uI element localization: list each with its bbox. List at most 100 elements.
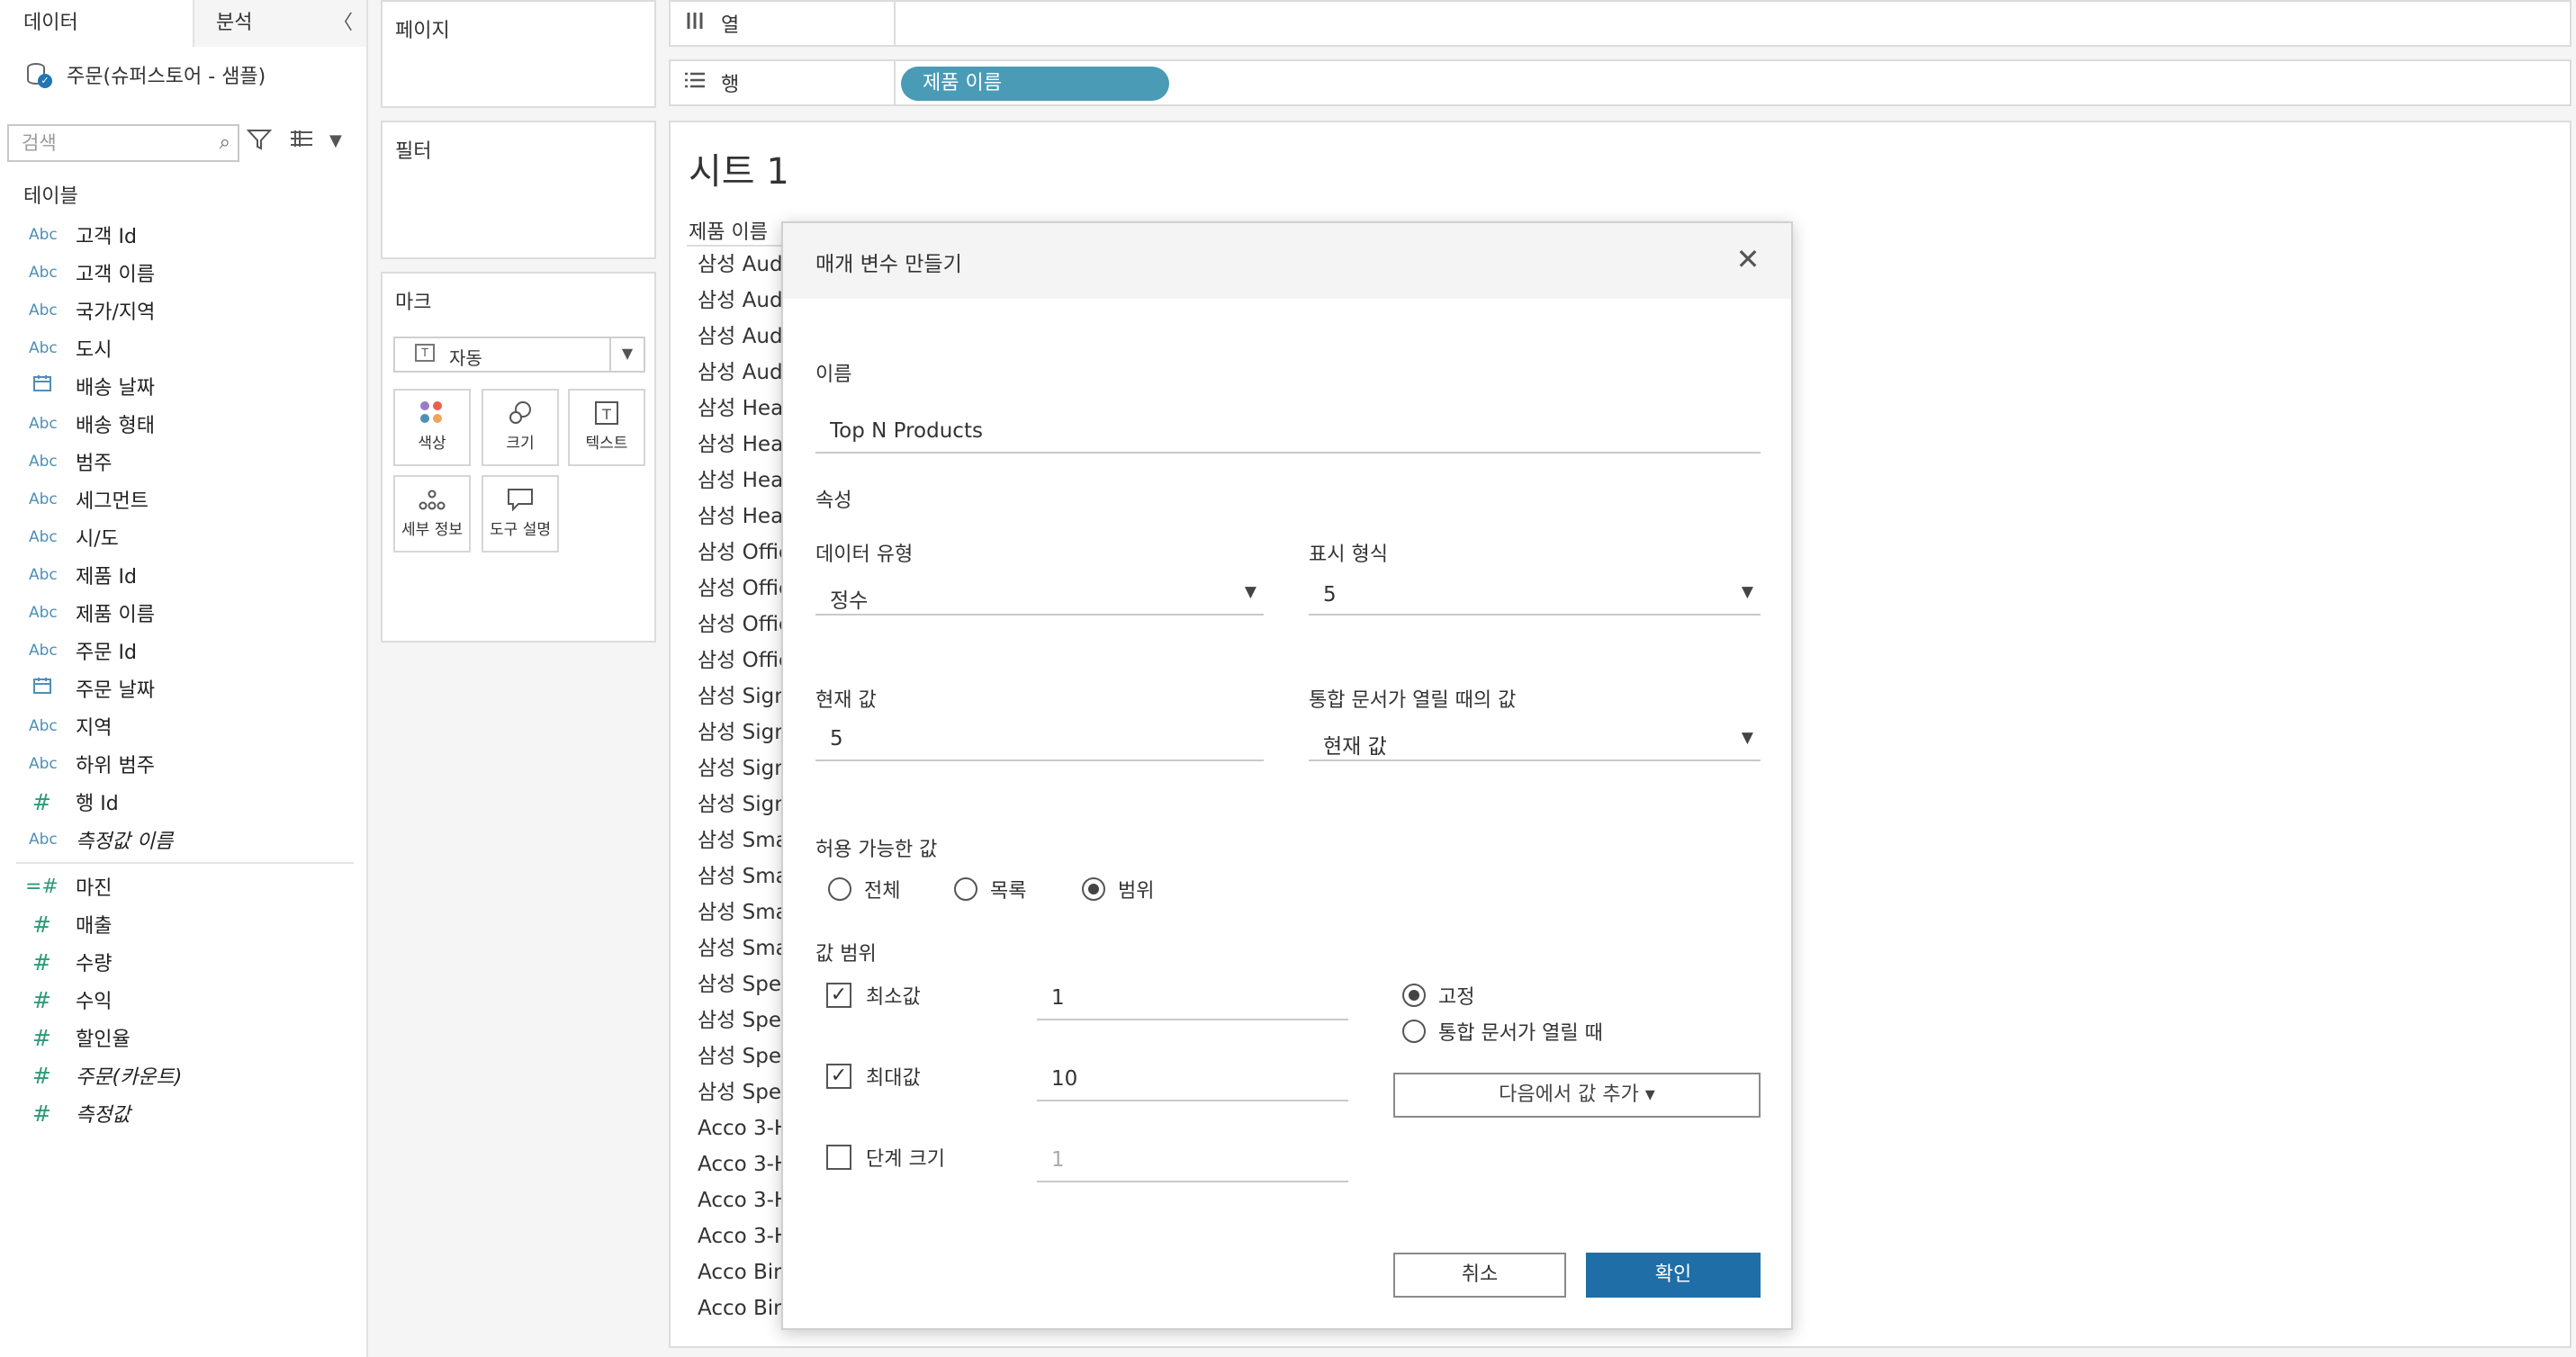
filters-card[interactable]: 필터: [381, 121, 656, 259]
table-row[interactable]: 삼성 Audi: [687, 247, 797, 283]
field-item[interactable]: Abc 지역: [0, 707, 366, 745]
table-row[interactable]: 삼성 Head: [687, 427, 797, 463]
field-item[interactable]: Abc 제품 이름: [0, 594, 366, 632]
display-format-select[interactable]: 5 ▼: [1309, 572, 1761, 616]
table-row[interactable]: 삼성 Spea: [687, 1038, 797, 1074]
table-row[interactable]: 삼성 Head: [687, 391, 797, 427]
field-item[interactable]: Abc 세그먼트: [0, 481, 366, 518]
field-item[interactable]: Abc 범주: [0, 443, 366, 481]
allowable-all-radio[interactable]: 전체: [828, 875, 900, 903]
table-row[interactable]: 삼성 Sma: [687, 894, 797, 930]
field-item[interactable]: # 주문(카운트): [0, 1056, 366, 1094]
table-row[interactable]: 삼성 Sign: [687, 750, 797, 786]
field-item[interactable]: Abc 고객 Id: [0, 216, 366, 254]
min-value-field[interactable]: [1037, 977, 1348, 1020]
pages-card[interactable]: 페이지: [381, 0, 656, 108]
field-item[interactable]: =# 마진: [0, 867, 366, 905]
range-on-open-radio[interactable]: 통합 문서가 열릴 때: [1402, 1017, 1603, 1046]
columns-shelf[interactable]: 열: [669, 0, 2571, 47]
table-row[interactable]: 삼성 Offic: [687, 643, 797, 678]
field-item[interactable]: Abc 하위 범주: [0, 745, 366, 783]
table-row[interactable]: 삼성 Sma: [687, 930, 797, 966]
search-icon[interactable]: ⌕: [220, 131, 230, 154]
field-name: 고객 이름: [76, 264, 155, 286]
table-row[interactable]: 삼성 Audi: [687, 319, 797, 355]
search-input[interactable]: [9, 126, 207, 160]
mark-type-dropdown[interactable]: T 자동 ▼: [393, 337, 645, 373]
table-row[interactable]: 삼성 Sign: [687, 786, 797, 822]
table-row[interactable]: 삼성 Spea: [687, 1002, 797, 1038]
data-type-select[interactable]: 정수 ▼: [815, 572, 1264, 616]
field-item[interactable]: # 할인율: [0, 1019, 366, 1056]
cancel-button[interactable]: 취소: [1393, 1253, 1566, 1298]
table-row[interactable]: Acco Bin: [687, 1290, 797, 1326]
table-row[interactable]: 삼성 Audi: [687, 355, 797, 391]
field-item[interactable]: # 수량: [0, 943, 366, 981]
table-row[interactable]: 삼성 Sma: [687, 822, 797, 858]
max-value-field[interactable]: [1037, 1058, 1348, 1101]
add-values-from-button[interactable]: 다음에서 값 추가 ▾: [1393, 1073, 1761, 1118]
table-row[interactable]: 삼성 Offic: [687, 607, 797, 643]
close-icon[interactable]: ✕: [1728, 239, 1768, 279]
field-item[interactable]: 배송 날짜: [0, 367, 366, 405]
chevron-down-icon[interactable]: ▼: [329, 131, 342, 150]
chevron-down-icon[interactable]: ▼: [609, 338, 644, 371]
name-field[interactable]: [815, 410, 1761, 454]
table-row[interactable]: 삼성 Audi: [687, 283, 797, 319]
table-row[interactable]: 삼성 Spea: [687, 1074, 797, 1110]
filter-icon[interactable]: [246, 128, 273, 157]
datasource-item[interactable]: ✓ 주문(슈퍼스토어 - 샘플): [25, 59, 266, 90]
field-item[interactable]: Abc 제품 Id: [0, 556, 366, 594]
field-item[interactable]: Abc 배송 형태: [0, 405, 366, 443]
min-checkbox[interactable]: ✓ 최소값: [826, 981, 921, 1010]
table-row[interactable]: Acco 3-H: [687, 1146, 797, 1182]
max-checkbox[interactable]: ✓ 최대값: [826, 1062, 921, 1091]
table-row[interactable]: 삼성 Offic: [687, 571, 797, 607]
field-item[interactable]: Abc 시/도: [0, 518, 366, 556]
field-item[interactable]: 주문 날짜: [0, 670, 366, 707]
allowable-range-radio[interactable]: 범위: [1082, 875, 1154, 903]
color-mark-button[interactable]: 색상: [393, 389, 471, 466]
field-item[interactable]: # 매출: [0, 905, 366, 943]
step-size-checkbox[interactable]: 단계 크기: [826, 1143, 945, 1172]
table-row[interactable]: 삼성 Head: [687, 463, 797, 499]
tooltip-mark-button[interactable]: 도구 설명: [482, 475, 559, 553]
text-mark-button[interactable]: T 텍스트: [568, 389, 645, 466]
table-row[interactable]: Acco 3-H: [687, 1110, 797, 1146]
table-row[interactable]: Acco 3-H: [687, 1218, 797, 1254]
field-item[interactable]: Abc 주문 Id: [0, 632, 366, 670]
collapse-pane-icon[interactable]: 〈: [332, 13, 354, 34]
detail-mark-button[interactable]: 세부 정보: [393, 475, 471, 553]
column-header[interactable]: 제품 이름: [689, 216, 768, 245]
radio-label: 범위: [1118, 880, 1155, 903]
size-label: 크기: [506, 435, 535, 453]
table-row[interactable]: 삼성 Head: [687, 499, 797, 535]
ok-button[interactable]: 확인: [1586, 1253, 1761, 1298]
table-row[interactable]: Acco 3-H: [687, 1182, 797, 1218]
sheet-title: 시트 1: [689, 151, 789, 193]
current-value-field[interactable]: [815, 718, 1264, 761]
rows-pill-product-name[interactable]: 제품 이름: [901, 67, 1169, 101]
view-list-icon[interactable]: [290, 130, 313, 153]
table-row[interactable]: 삼성 Sma: [687, 858, 797, 894]
table-row[interactable]: Acco Bin: [687, 1254, 797, 1290]
table-row[interactable]: 삼성 Sign: [687, 714, 797, 750]
table-row[interactable]: 삼성 Offic: [687, 535, 797, 571]
field-item[interactable]: Abc 측정값 이름: [0, 821, 366, 858]
display-format-label: 표시 형식: [1309, 544, 1388, 566]
allowable-list-radio[interactable]: 목록: [954, 875, 1026, 903]
field-item[interactable]: # 수익: [0, 981, 366, 1019]
open-value-select[interactable]: 현재 값 ▼: [1309, 718, 1761, 761]
table-row[interactable]: 삼성 Spea: [687, 966, 797, 1002]
field-item[interactable]: Abc 국가/지역: [0, 292, 366, 329]
field-item[interactable]: # 측정값: [0, 1094, 366, 1132]
range-fixed-radio[interactable]: 고정: [1402, 981, 1474, 1010]
field-item[interactable]: # 행 Id: [0, 783, 366, 821]
tab-data[interactable]: 데이터: [0, 0, 194, 47]
field-item[interactable]: Abc 도시: [0, 329, 366, 367]
size-mark-button[interactable]: 크기: [482, 389, 559, 466]
table-row[interactable]: 삼성 Sign: [687, 678, 797, 714]
rows-shelf[interactable]: 행 제품 이름: [669, 59, 2571, 106]
datasource-icon: ✓: [25, 60, 54, 89]
field-item[interactable]: Abc 고객 이름: [0, 254, 366, 292]
